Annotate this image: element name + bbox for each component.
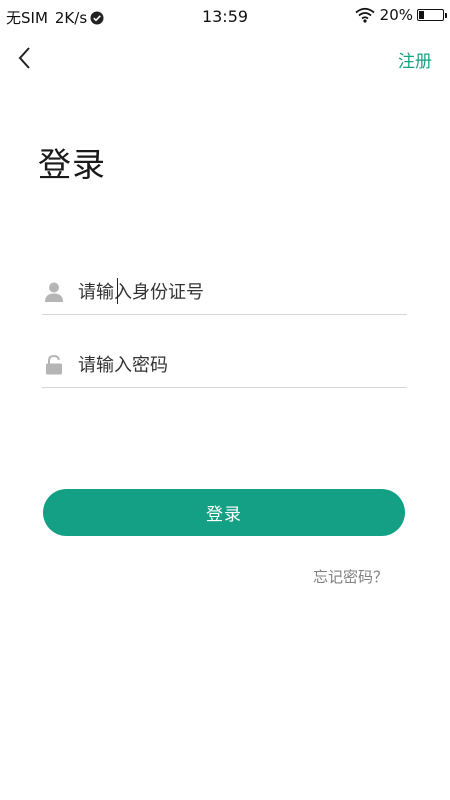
user-icon xyxy=(45,282,63,302)
status-bar: 无SIM 2K/s 13:59 20% xyxy=(0,0,450,32)
battery-percent: 20% xyxy=(379,6,413,24)
text-cursor xyxy=(117,278,118,304)
id-number-input[interactable] xyxy=(78,277,407,307)
id-number-field[interactable] xyxy=(42,270,407,315)
password-input[interactable] xyxy=(78,350,407,380)
login-screen: 无SIM 2K/s 13:59 20% 注册 登录 请输入身份证号 登录 忘记密… xyxy=(0,0,450,800)
lock-icon xyxy=(46,354,62,375)
forgot-password-link[interactable]: 忘记密码？ xyxy=(313,566,388,587)
login-button[interactable]: 登录 xyxy=(43,489,405,536)
chevron-left-icon[interactable] xyxy=(14,44,36,72)
page-title: 登录 xyxy=(38,145,106,184)
status-right: 20% xyxy=(355,6,447,24)
wifi-icon xyxy=(355,7,375,23)
register-link[interactable]: 注册 xyxy=(398,47,432,72)
battery-fill xyxy=(419,11,424,19)
password-field[interactable] xyxy=(42,343,407,388)
battery-icon xyxy=(417,9,447,21)
